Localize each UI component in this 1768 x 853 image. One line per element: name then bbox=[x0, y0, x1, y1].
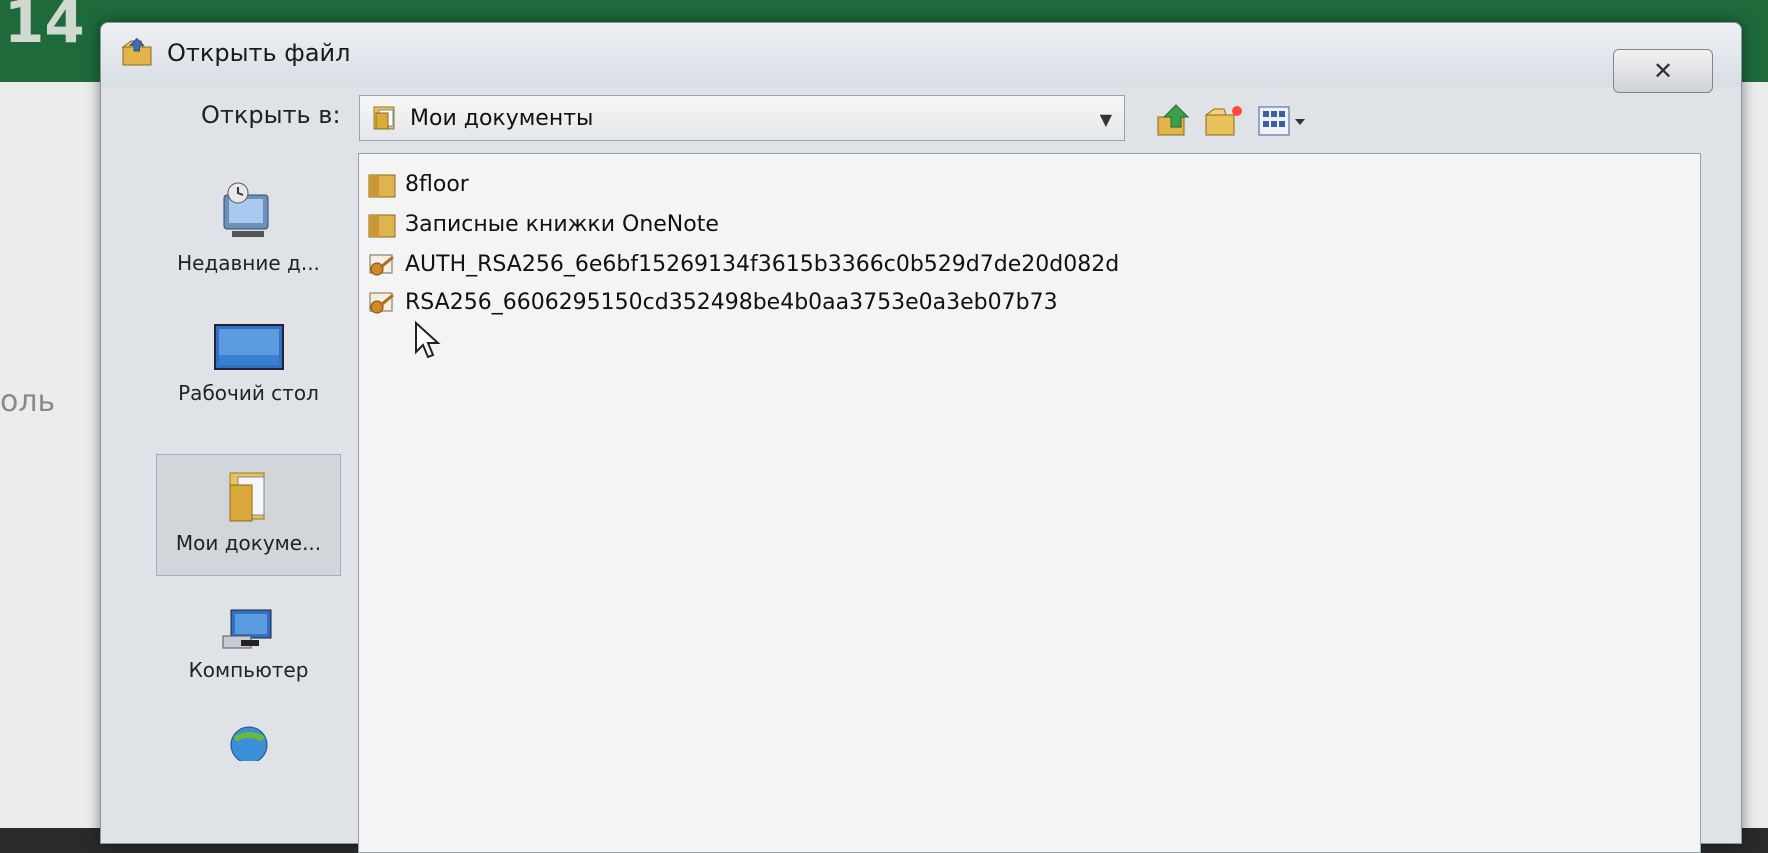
dialog-titlebar[interactable]: Открыть файл bbox=[101, 23, 1741, 87]
place-recent-documents[interactable]: Недавние д... bbox=[156, 181, 341, 311]
list-item[interactable]: Записные книжки OneNote bbox=[367, 206, 719, 242]
list-item[interactable]: 8floor bbox=[367, 166, 469, 202]
file-name: Записные книжки OneNote bbox=[405, 211, 719, 237]
look-in-label: Открыть в: bbox=[201, 101, 341, 129]
mouse-pointer-icon bbox=[415, 320, 441, 359]
place-network[interactable] bbox=[156, 721, 341, 781]
place-label: Компьютер bbox=[188, 658, 309, 682]
certificate-key-icon bbox=[369, 292, 394, 314]
app-side-label: оль bbox=[0, 384, 56, 419]
open-folder-icon bbox=[121, 37, 152, 66]
my-documents-icon bbox=[229, 472, 264, 522]
up-one-level-icon[interactable] bbox=[1156, 103, 1192, 139]
place-my-documents[interactable]: Мои докуме... bbox=[156, 454, 341, 576]
documents-folder-icon bbox=[373, 106, 395, 130]
chevron-down-icon: ▼ bbox=[1099, 110, 1112, 129]
folder-icon bbox=[368, 174, 396, 198]
look-in-value: Мои документы bbox=[410, 105, 594, 131]
file-name: AUTH_RSA256_6e6bf15269134f3615b3366c0b52… bbox=[405, 251, 1120, 277]
new-folder-icon[interactable] bbox=[1204, 103, 1244, 139]
place-label: Рабочий стол bbox=[178, 381, 319, 405]
certificate-key-icon bbox=[369, 254, 394, 276]
app-header-number: 14 bbox=[4, 0, 85, 56]
views-menu-icon[interactable] bbox=[1257, 103, 1309, 139]
close-button[interactable]: ✕ bbox=[1613, 49, 1713, 93]
list-item[interactable]: RSA256_6606295150cd352498be4b0aa3753e0a3… bbox=[367, 284, 1058, 320]
open-file-dialog: Открыть файл ✕ Открыть в: Мои документы … bbox=[100, 22, 1742, 853]
place-desktop[interactable]: Рабочий стол bbox=[156, 321, 341, 451]
file-name: RSA256_6606295150cd352498be4b0aa3753e0a3… bbox=[405, 289, 1058, 315]
file-name: 8floor bbox=[405, 171, 469, 197]
file-list[interactable]: 8floor Записные книжки OneNote AUTH_RSA2… bbox=[358, 153, 1701, 853]
folder-icon bbox=[368, 214, 396, 238]
dialog-title: Открыть файл bbox=[167, 39, 351, 67]
place-computer[interactable]: Компьютер bbox=[156, 606, 341, 716]
look-in-dropdown[interactable]: Мои документы ▼ bbox=[359, 95, 1125, 141]
computer-icon bbox=[222, 609, 271, 649]
places-bar: Недавние д... Рабочий стол Мои докуме... bbox=[101, 151, 356, 851]
place-label: Недавние д... bbox=[177, 251, 320, 275]
desktop-icon bbox=[213, 324, 284, 370]
close-icon: ✕ bbox=[1652, 57, 1674, 85]
network-icon bbox=[230, 726, 267, 761]
recent-documents-icon bbox=[223, 182, 268, 237]
place-label: Мои докуме... bbox=[175, 531, 322, 555]
list-item[interactable]: AUTH_RSA256_6e6bf15269134f3615b3366c0b52… bbox=[367, 246, 1119, 282]
